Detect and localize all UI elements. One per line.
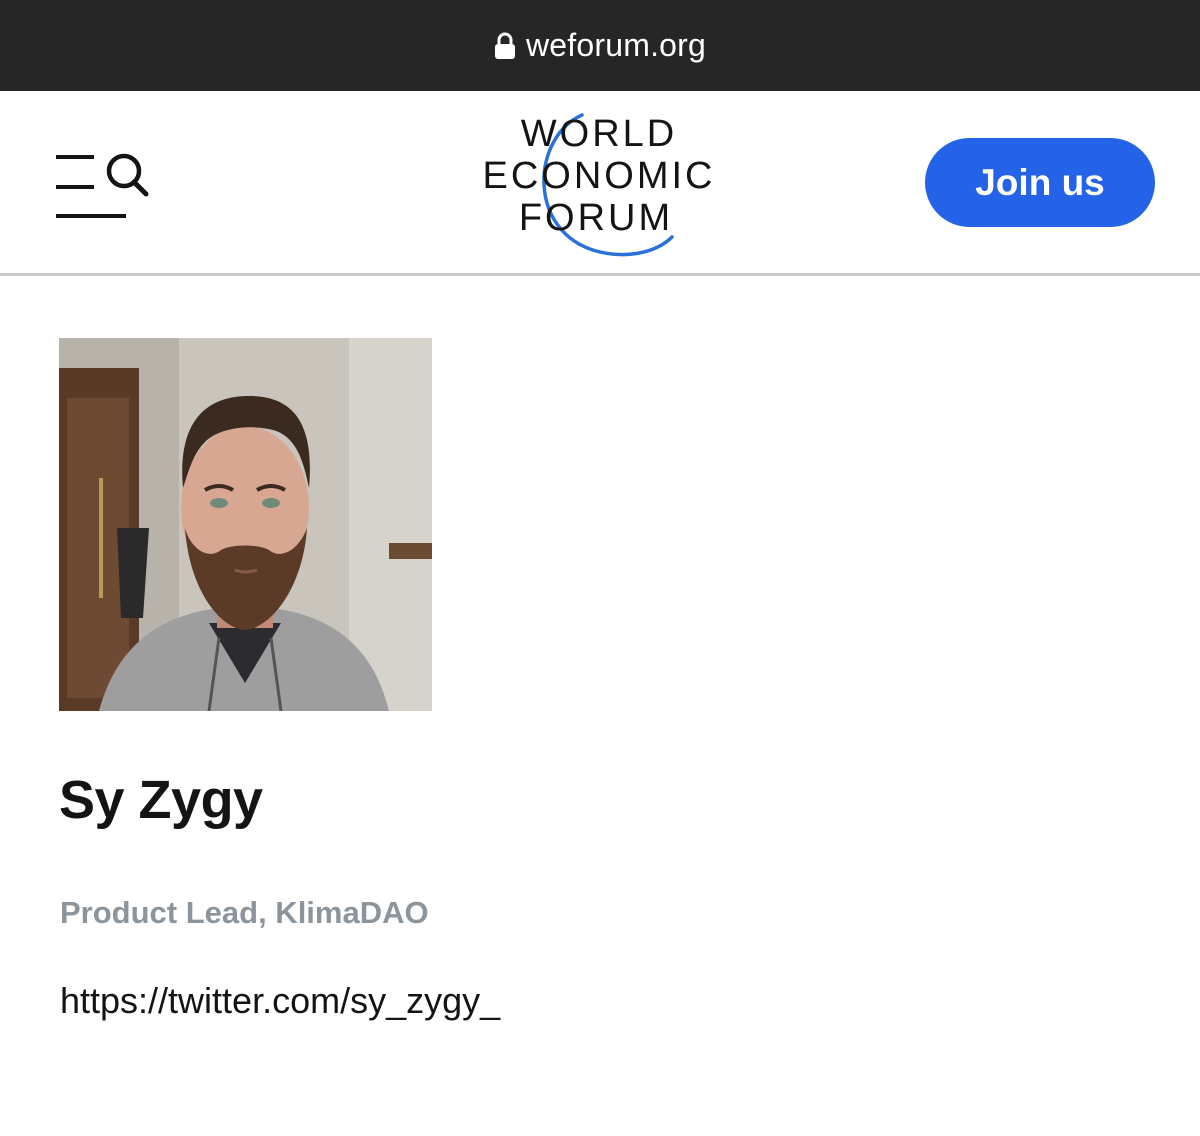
person-twitter-link[interactable]: https://twitter.com/sy_zygy_ bbox=[60, 979, 500, 1023]
person-role: Product Lead, KlimaDAO bbox=[60, 895, 429, 930]
logo-line-3: FORUM bbox=[519, 197, 673, 239]
site-header: WORLD ECONOMIC FORUM Join us bbox=[0, 91, 1200, 276]
logo-line-1: WORLD bbox=[521, 113, 677, 155]
profile-photo bbox=[59, 338, 432, 711]
browser-url-bar[interactable]: weforum.org bbox=[0, 0, 1200, 91]
logo-line-2: ECONOMIC bbox=[483, 155, 716, 197]
join-us-button[interactable]: Join us bbox=[925, 138, 1155, 227]
person-name: Sy Zygy bbox=[59, 770, 263, 830]
menu-icon bbox=[56, 153, 149, 218]
wef-logo[interactable]: WORLD ECONOMIC FORUM bbox=[476, 113, 722, 258]
search-icon bbox=[106, 153, 149, 197]
url-text: weforum.org bbox=[525, 27, 707, 63]
lock-icon bbox=[494, 32, 515, 59]
menu-search-button[interactable] bbox=[52, 147, 152, 223]
url-display[interactable]: weforum.org bbox=[494, 27, 706, 64]
